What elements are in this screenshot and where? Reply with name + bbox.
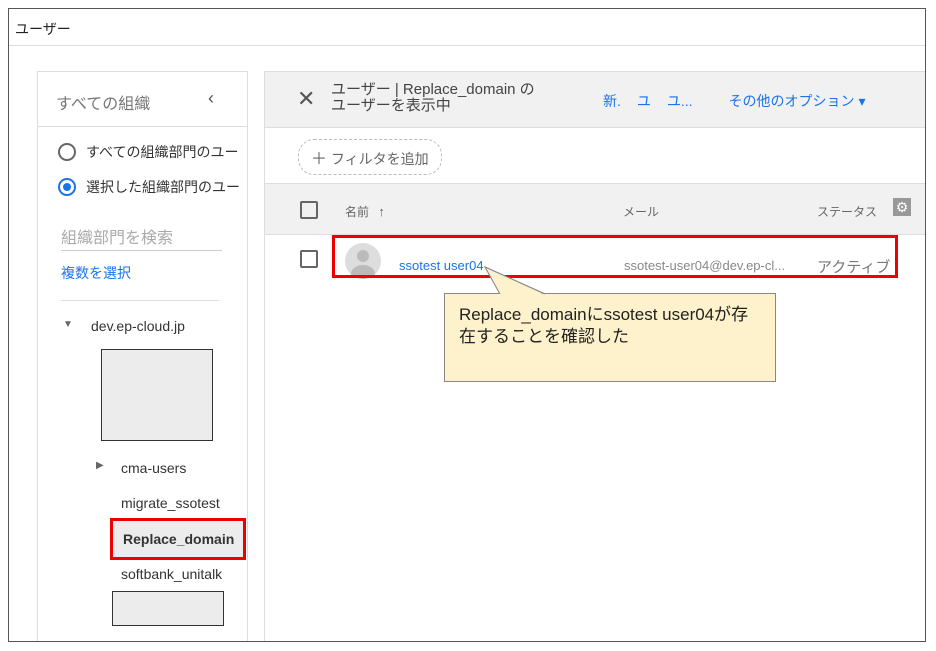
annotation-callout: Replace_domainにssotest user04が存在することを確認し… [444,293,776,382]
